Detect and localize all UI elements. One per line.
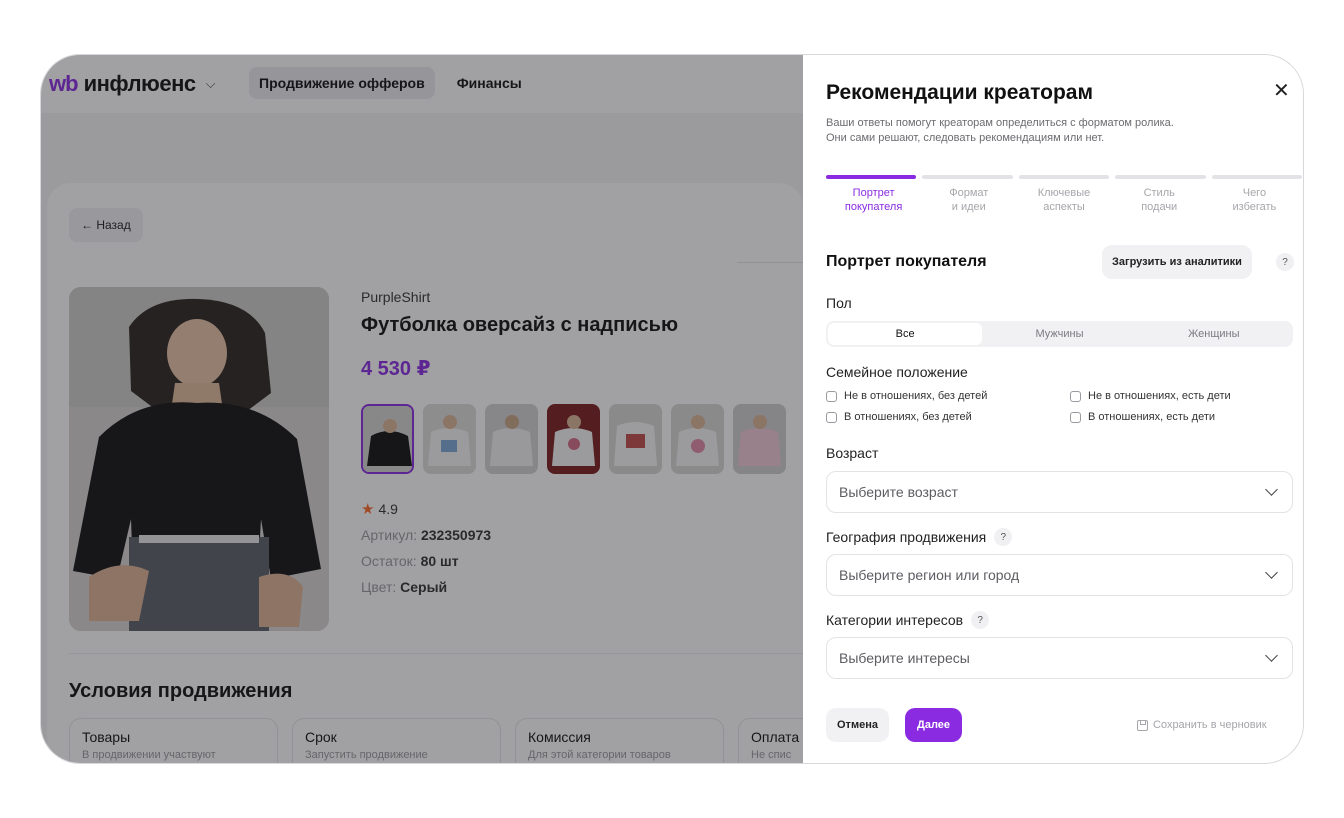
checkbox[interactable] — [826, 411, 837, 423]
gender-option-men[interactable]: Мужчины — [982, 323, 1136, 345]
gender-option-women[interactable]: Женщины — [1137, 323, 1291, 345]
geo-select[interactable]: Выберите регион или город — [826, 554, 1293, 596]
geo-placeholder: Выберите регион или город — [839, 567, 1020, 583]
checkbox[interactable] — [1070, 390, 1081, 402]
cancel-button[interactable]: Отмена — [826, 708, 889, 742]
gender-label: Пол — [826, 295, 852, 311]
geo-label-text: География продвижения — [826, 529, 987, 545]
age-placeholder: Выберите возраст — [839, 484, 958, 500]
stepper: Портрет покупателя Формат и идеи Ключевые а… — [826, 175, 1303, 214]
gender-option-all[interactable]: Все — [828, 323, 983, 345]
step-bar — [1115, 175, 1206, 179]
drawer-title: Рекомендации креаторам — [826, 81, 1093, 104]
checkbox[interactable] — [826, 390, 837, 402]
subtitle-line: Ваши ответы помогут креаторам определить… — [826, 117, 1174, 129]
step-bar — [922, 175, 1013, 179]
age-select[interactable]: Выберите возраст — [826, 471, 1293, 513]
family-label: Семейное положение — [826, 364, 968, 380]
family-checkbox[interactable]: В отношениях, без детей — [826, 411, 1070, 423]
gender-segmented-control: Все Мужчины Женщины — [826, 321, 1293, 347]
load-from-analytics-button[interactable]: Загрузить из аналитики — [1102, 245, 1252, 279]
interests-select[interactable]: Выберите интересы — [826, 637, 1293, 679]
help-icon[interactable]: ? — [994, 528, 1013, 546]
save-draft-label: Сохранить в черновик — [1153, 719, 1267, 731]
close-icon[interactable]: ✕ — [1273, 81, 1290, 101]
step-bar — [1018, 175, 1110, 179]
interests-label-text: Категории интересов — [826, 612, 964, 628]
chevron-down-icon — [1265, 483, 1278, 496]
app-window: wb инфлюенс ⌵ Продвижение офферов Финанс… — [40, 54, 1304, 764]
next-button[interactable]: Далее — [905, 708, 963, 742]
family-checkbox[interactable]: Не в отношениях, без детей — [826, 390, 1070, 402]
save-draft-button[interactable]: Сохранить в черновик — [1125, 710, 1279, 740]
step-avoid[interactable]: Чего избегать — [1207, 186, 1302, 214]
step-format[interactable]: Формат и идеи — [921, 186, 1016, 214]
family-checkboxes: Не в отношениях, без детей Не в отношени… — [826, 390, 1296, 423]
section-title: Портрет покупателя — [826, 253, 987, 270]
age-label: Возраст — [826, 445, 879, 461]
drawer-subtitle: Ваши ответы помогут креаторам определить… — [826, 116, 1256, 146]
help-icon[interactable]: ? — [971, 611, 990, 629]
step-style[interactable]: Стиль подачи — [1112, 186, 1207, 214]
recommendations-drawer: Рекомендации креаторам ✕ Ваши ответы пом… — [803, 55, 1303, 763]
step-bar — [826, 175, 917, 179]
chevron-down-icon — [1265, 566, 1278, 579]
family-checkbox[interactable]: В отношениях, есть дети — [1070, 411, 1296, 423]
background-page: wb инфлюенс ⌵ Продвижение офферов Финанс… — [41, 55, 947, 763]
step-key-aspects[interactable]: Ключевые аспекты — [1016, 186, 1111, 214]
chevron-down-icon — [1265, 649, 1278, 662]
step-bar — [1211, 175, 1303, 179]
family-checkbox[interactable]: Не в отношениях, есть дети — [1070, 390, 1296, 402]
step-buyer-portrait[interactable]: Портрет покупателя — [826, 186, 921, 214]
geo-label: География продвижения ? — [826, 528, 1013, 546]
interests-placeholder: Выберите интересы — [839, 650, 970, 666]
checkbox[interactable] — [1070, 411, 1081, 423]
interests-label: Категории интересов ? — [826, 611, 990, 629]
modal-backdrop[interactable] — [41, 55, 803, 763]
save-icon — [1137, 719, 1148, 731]
help-icon[interactable]: ? — [1276, 253, 1294, 271]
subtitle-line: Они сами решают, следовать рекомендациям… — [826, 132, 1105, 144]
